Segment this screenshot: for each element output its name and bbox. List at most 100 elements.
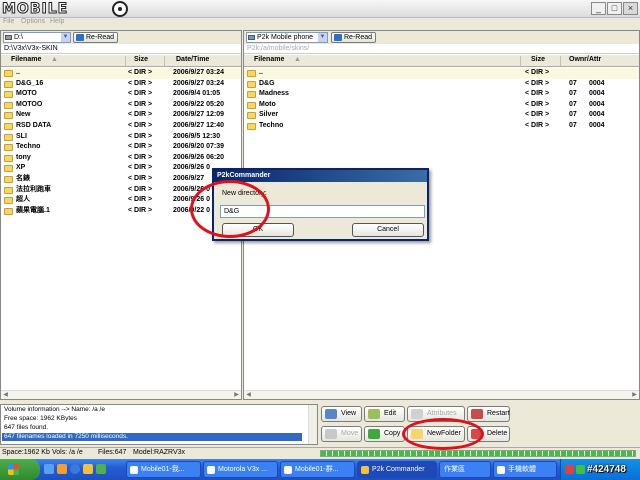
list-item[interactable]: D&G < DIR >07 0004: [244, 79, 639, 90]
folder-icon: [4, 133, 13, 141]
ok-button[interactable]: OK: [222, 223, 294, 237]
folder-icon: [247, 70, 256, 77]
col-size[interactable]: Size: [531, 56, 545, 63]
edit-button[interactable]: Edit: [364, 406, 405, 422]
list-item[interactable]: Moto < DIR >07 0004: [244, 100, 639, 111]
list-item[interactable]: MOTO < DIR >2006/9/4 01:05: [1, 89, 241, 100]
progress-fill: [321, 451, 635, 456]
device-select[interactable]: P2k Mobile phone ▼: [246, 32, 328, 43]
move-arrow-icon: [325, 429, 337, 439]
folder-icon: [247, 101, 256, 109]
right-reread-button[interactable]: Re-Read: [331, 32, 377, 43]
col-filename[interactable]: Filename: [254, 56, 284, 63]
desktop-icon[interactable]: [44, 464, 54, 474]
chevron-down-icon[interactable]: ▼: [318, 33, 327, 42]
start-button[interactable]: [0, 459, 40, 480]
p2k-icon: [361, 466, 369, 474]
sort-arrow-icon: ▲: [294, 56, 301, 63]
task-mobile01-1[interactable]: Mobile01-我...: [126, 461, 201, 478]
browser-icon[interactable]: [70, 464, 80, 474]
task-mobile01-2[interactable]: Mobile01-群...: [280, 461, 355, 478]
list-item[interactable]: SLI < DIR >2006/9/5 12:30: [1, 132, 241, 143]
list-item[interactable]: Silver < DIR >07 0004: [244, 110, 639, 121]
list-item[interactable]: .. < DIR >2006/9/27 03:24: [1, 68, 241, 79]
folder-icon: [4, 144, 13, 152]
list-item[interactable]: New < DIR >2006/9/27 12:09: [1, 110, 241, 121]
task-p2k-commander[interactable]: P2k Commander: [357, 461, 437, 478]
close-icon[interactable]: ×: [623, 2, 638, 15]
col-filename[interactable]: Filename: [11, 56, 41, 63]
list-item[interactable]: tony < DIR >2006/9/26 06:20: [1, 153, 241, 164]
list-item[interactable]: 超人 < DIR >2006/9/26 0: [1, 195, 241, 206]
list-item[interactable]: 法拉利跑車 < DIR >2006/9/26 0: [1, 185, 241, 196]
folder-icon: [247, 80, 256, 88]
app-icon[interactable]: [96, 464, 106, 474]
scroll-right-icon[interactable]: ▶: [630, 391, 639, 399]
list-item[interactable]: Techno < DIR >2006/9/20 07:39: [1, 142, 241, 153]
logo-ring-icon: [112, 1, 128, 17]
restart-button[interactable]: Restart: [467, 406, 510, 422]
list-item[interactable]: D&G_16 < DIR >2006/9/27 03:24: [1, 79, 241, 90]
task-workspace[interactable]: 作業區: [439, 461, 491, 478]
menu-bar: File Options Help: [0, 18, 640, 30]
dialog-label: New directory:: [222, 190, 267, 197]
menu-help[interactable]: Help: [50, 18, 64, 25]
list-item[interactable]: Madness < DIR >07 0004: [244, 89, 639, 100]
task-phone-software[interactable]: 手機軟體: [493, 461, 557, 478]
info-line: 647 files found.: [4, 424, 49, 431]
folder-icon: [497, 466, 505, 474]
dialog-title: P2kCommander: [214, 170, 427, 182]
task-motorola[interactable]: Motorola V3x ...: [203, 461, 278, 478]
left-horizontal-scrollbar[interactable]: ◀ ▶: [1, 390, 241, 399]
right-path: P2k:/a/mobile/skins/: [244, 44, 639, 54]
info-vertical-scrollbar[interactable]: [308, 405, 317, 444]
sort-arrow-icon: ▲: [51, 56, 58, 63]
col-owner-attr[interactable]: Ownr/Attr: [569, 56, 601, 63]
menu-file[interactable]: File: [3, 18, 14, 25]
minimize-icon[interactable]: _: [591, 2, 606, 15]
scroll-left-icon[interactable]: ◀: [1, 391, 10, 399]
list-item[interactable]: MOTOO < DIR >2006/9/22 05:20: [1, 100, 241, 111]
col-date[interactable]: Date/Time: [176, 56, 209, 63]
maximize-icon[interactable]: □: [607, 2, 622, 15]
chevron-down-icon[interactable]: ▼: [61, 33, 70, 42]
browser-icon: [284, 466, 292, 474]
scroll-left-icon[interactable]: ◀: [244, 391, 253, 399]
move-button[interactable]: Move: [321, 426, 362, 442]
window-controls: _ □ ×: [591, 2, 638, 15]
list-item[interactable]: 蘋果電腦.1 < DIR >2006/9/22 0: [1, 206, 241, 217]
drive-select[interactable]: D:\ ▼: [3, 32, 71, 43]
progress-bar: [320, 450, 636, 457]
left-reread-button[interactable]: Re-Read: [73, 32, 119, 43]
copy-button[interactable]: Copy: [364, 426, 405, 442]
view-button[interactable]: View: [321, 406, 362, 422]
tray-icon[interactable]: [565, 465, 574, 474]
copy-arrow-icon: [368, 429, 380, 439]
list-item[interactable]: .. < DIR >: [244, 68, 639, 79]
list-item[interactable]: 名錶 < DIR >2006/9/27: [1, 174, 241, 185]
delete-button[interactable]: Delete: [467, 426, 510, 442]
right-horizontal-scrollbar[interactable]: ◀ ▶: [244, 390, 639, 399]
list-item[interactable]: XP < DIR >2006/9/26 0: [1, 163, 241, 174]
phone-icon: [248, 35, 255, 40]
folder-icon[interactable]: [83, 464, 93, 474]
attributes-button[interactable]: Attributes: [407, 406, 465, 422]
new-folder-button[interactable]: NewFolder: [407, 426, 465, 442]
col-size[interactable]: Size: [134, 56, 148, 63]
list-item[interactable]: Techno < DIR >07 0004: [244, 121, 639, 132]
refresh-icon: [76, 34, 84, 41]
scroll-right-icon[interactable]: ▶: [232, 391, 241, 399]
refresh-icon: [334, 34, 342, 41]
column-divider: [560, 56, 561, 66]
left-path: D:\V3x\V3x-SKIN: [1, 44, 241, 54]
edit-icon: [368, 409, 380, 419]
tray-icon[interactable]: [576, 465, 585, 474]
media-icon[interactable]: [57, 464, 67, 474]
folder-icon: [4, 80, 13, 88]
volume-info-log: Volume information --> Name: /a /e Free …: [0, 404, 318, 445]
new-directory-input[interactable]: D&G: [220, 205, 425, 218]
menu-options[interactable]: Options: [21, 18, 45, 25]
cancel-button[interactable]: Cancel: [352, 223, 424, 237]
folder-icon: [247, 122, 256, 130]
list-item[interactable]: RSD DATA < DIR >2006/9/27 12:40: [1, 121, 241, 132]
